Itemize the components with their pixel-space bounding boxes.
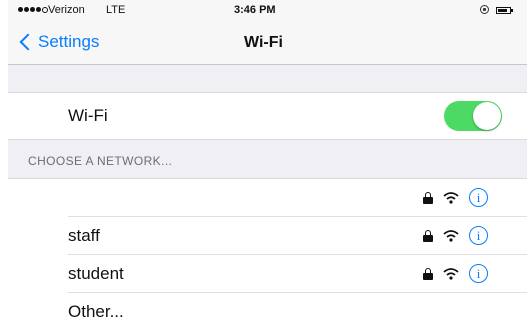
network-type: LTE [106, 4, 126, 16]
lock-icon [423, 229, 433, 242]
wifi-toggle-switch[interactable] [444, 101, 502, 131]
battery-icon [496, 7, 513, 14]
network-row-staff[interactable]: staff i [8, 217, 527, 255]
network-row[interactable]: i [8, 179, 527, 217]
network-name: staff [68, 226, 100, 245]
back-button[interactable]: Settings [14, 32, 99, 52]
back-button-label: Settings [38, 32, 100, 51]
network-row-other[interactable]: Other... [8, 293, 527, 322]
signal-dot [36, 7, 41, 12]
chevron-left-icon [19, 33, 37, 51]
navigation-bar: Settings Wi-Fi [8, 22, 527, 65]
info-button[interactable]: i [469, 226, 488, 245]
wifi-signal-icon [443, 191, 459, 204]
info-button[interactable]: i [469, 264, 488, 283]
network-icons: i [423, 188, 488, 207]
lock-icon [423, 267, 433, 280]
signal-dot [30, 7, 35, 12]
network-icons: i [423, 264, 488, 283]
toggle-knob [473, 102, 501, 130]
lock-icon [423, 191, 433, 204]
network-name: Other... [68, 302, 124, 321]
rotation-lock-icon [480, 5, 489, 14]
status-bar: Verizon LTE 3:46 PM [8, 0, 527, 22]
section-header-choose-network: CHOOSE A NETWORK... [28, 154, 173, 168]
wifi-toggle-label: Wi-Fi [68, 106, 108, 125]
settings-screen: Verizon LTE 3:46 PM Settings Wi-Fi Wi-Fi… [8, 0, 527, 322]
wifi-signal-icon [443, 267, 459, 280]
page-title: Wi-Fi [244, 34, 283, 51]
network-row-student[interactable]: student i [8, 255, 527, 293]
wifi-toggle-row: Wi-Fi [8, 92, 527, 140]
status-time: 3:46 PM [234, 4, 276, 16]
network-name: student [68, 264, 124, 283]
signal-strength-icon [18, 7, 48, 13]
info-button[interactable]: i [469, 188, 488, 207]
wifi-signal-icon [443, 229, 459, 242]
signal-dot [24, 7, 29, 12]
network-list: i staff i student i Other... [8, 178, 527, 322]
signal-dot [18, 7, 23, 12]
network-icons: i [423, 226, 488, 245]
carrier-name: Verizon [48, 4, 85, 16]
